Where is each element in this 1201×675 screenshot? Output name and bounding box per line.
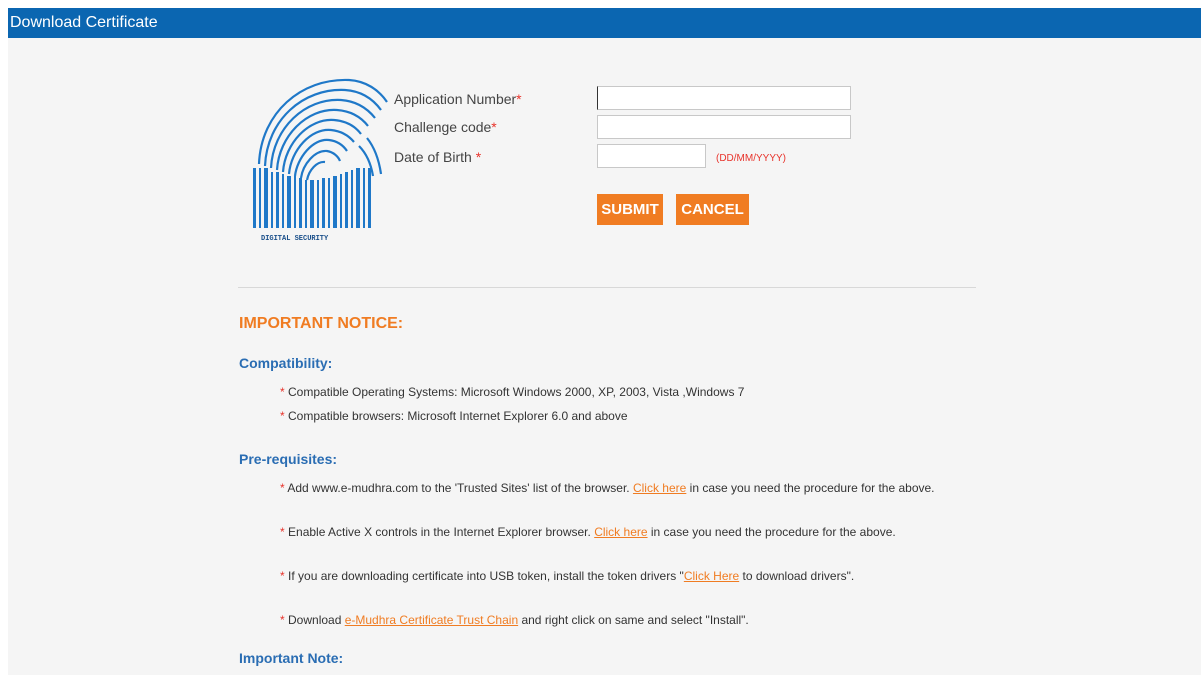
required-marker: * (491, 119, 497, 135)
important-note-heading: Important Note: (239, 650, 344, 666)
barcode-bar (282, 174, 284, 228)
list-item: * Add www.e-mudhra.com to the 'Trusted S… (280, 481, 935, 495)
required-marker: * (516, 91, 522, 107)
token-drivers-link[interactable]: Click Here (684, 569, 739, 583)
barcode-bar (310, 180, 314, 228)
barcode-bar (299, 178, 302, 228)
dob-label: Date of Birth * (394, 149, 482, 165)
barcode-bar (345, 172, 348, 228)
barcode-bar (253, 168, 256, 228)
barcode-bar (322, 178, 325, 228)
dob-format-hint: (DD/MM/YYYY) (716, 153, 786, 164)
barcode-bar (294, 176, 296, 228)
activex-help-link[interactable]: Click here (594, 525, 647, 539)
digital-security-logo: DIGITAL SECURITY (253, 78, 388, 243)
trusted-sites-help-link[interactable]: Click here (633, 481, 686, 495)
barcode-bar (271, 172, 273, 228)
challenge-code-label: Challenge code* (394, 119, 497, 135)
barcode-bar (276, 172, 279, 228)
application-number-input[interactable] (597, 86, 851, 110)
barcode-bar (368, 168, 371, 228)
barcode-bar (317, 180, 319, 228)
trust-chain-download-link[interactable]: e-Mudhra Certificate Trust Chain (345, 613, 518, 627)
logo-caption: DIGITAL SECURITY (261, 235, 329, 243)
cancel-button[interactable]: CANCEL (676, 194, 749, 225)
page: Download Certificate DIGITAL SECURITY Ap… (8, 8, 1201, 675)
barcode-bar (351, 170, 353, 228)
dob-input[interactable] (597, 144, 706, 168)
list-item: * Enable Active X controls in the Intern… (280, 525, 896, 539)
prerequisites-heading: Pre-requisites: (239, 451, 338, 467)
page-title: Download Certificate (8, 8, 1201, 38)
barcode-bar (340, 174, 342, 228)
application-number-label: Application Number* (394, 91, 522, 107)
barcode-bar (287, 176, 291, 228)
important-notice-title: IMPORTANT NOTICE: (239, 315, 404, 332)
barcode-bar (264, 168, 268, 228)
list-item: * If you are downloading certificate int… (280, 569, 855, 583)
barcode-bar (356, 168, 360, 228)
divider (238, 287, 976, 288)
submit-button[interactable]: SUBMIT (597, 194, 663, 225)
list-item: * Compatible browsers: Microsoft Interne… (280, 409, 628, 423)
list-item: * Download e-Mudhra Certificate Trust Ch… (280, 613, 749, 627)
challenge-code-input[interactable] (597, 115, 851, 139)
compatibility-heading: Compatibility: (239, 355, 333, 371)
fingerprint-ridge (305, 160, 326, 181)
barcode-bar (328, 178, 330, 228)
fingerprint-ridge (299, 149, 342, 179)
barcode-bar (305, 180, 307, 228)
list-item: * Compatible Operating Systems: Microsof… (280, 385, 745, 399)
barcode-bar (259, 168, 261, 228)
barcode-bar (363, 168, 365, 228)
required-marker: * (475, 149, 482, 165)
barcode-bar (333, 176, 337, 228)
